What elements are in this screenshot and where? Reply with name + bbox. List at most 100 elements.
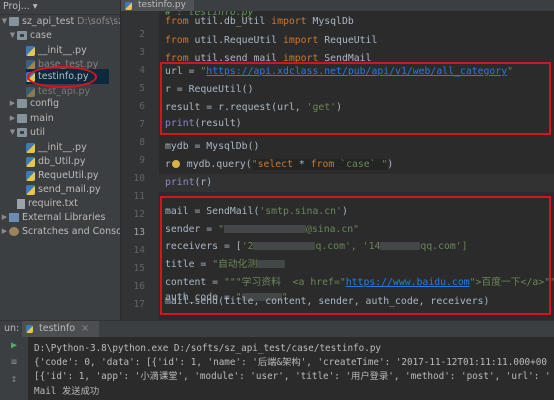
text-file-icon — [17, 198, 25, 209]
console-line: {'code': 0, 'data': [{'id': 1, 'name': '… — [34, 357, 547, 368]
package-folder-icon — [17, 128, 27, 137]
line-number: 17 — [133, 299, 145, 310]
python-file-icon — [26, 71, 35, 82]
editor-tab-bar: testinfo.py — [121, 0, 554, 11]
collapse-arrow-icon[interactable]: ▶ — [8, 96, 17, 111]
code-line-2: from util.db_Util import MysqlDb — [165, 16, 354, 27]
tree-item-label: __init__.py — [38, 142, 87, 153]
package-folder-icon — [17, 31, 27, 40]
expand-arrow-icon[interactable]: ▼ — [8, 28, 17, 43]
python-file-icon — [26, 325, 33, 333]
tree-item-require-txt[interactable]: require.txt — [17, 196, 78, 211]
tree-item-label: config — [30, 98, 60, 109]
python-file-icon — [26, 45, 35, 56]
tree-item-external-libraries[interactable]: ▶ External Libraries — [0, 210, 106, 225]
console-line: [{'id': 1, 'app': '小滴课堂', 'module': 'use… — [34, 371, 551, 382]
python-file-icon — [26, 59, 35, 70]
code-editor[interactable]: # : testinfo.py from util.db_Util import… — [159, 11, 554, 320]
project-panel: Proj... ▾ ▼ sz_api_test D:\sofs\sz_api_t… — [0, 0, 121, 320]
tree-item-reque-util[interactable]: RequeUtil.py — [26, 168, 99, 183]
tree-item-label: External Libraries — [22, 212, 106, 223]
tree-item-config[interactable]: ▶ config — [8, 96, 59, 111]
tree-root-sz-api-test[interactable]: ▼ sz_api_test D:\sofs\sz_api_t — [0, 14, 120, 29]
collapse-arrow-icon[interactable]: ▶ — [0, 210, 9, 225]
tree-item-send-mail[interactable]: send_mail.py — [26, 182, 101, 197]
code-line-21: mail.send(title, content, sender, auth_c… — [165, 296, 490, 307]
redacted-text — [224, 225, 306, 233]
line-number: 6 — [139, 101, 145, 112]
code-line-5: url = "https://api.xdclass.net/pub/api/v… — [165, 66, 514, 77]
tree-item-main[interactable]: ▶ main — [8, 111, 54, 126]
project-folder-icon — [9, 17, 19, 26]
line-number: 10 — [133, 173, 145, 184]
url-link[interactable]: https://api.xdclass.net/pub/api/v1/web/a… — [206, 66, 507, 77]
line-number: 9 — [139, 155, 145, 166]
line-number — [121, 8, 145, 26]
run-tab-label: testinfo — [39, 323, 76, 334]
tree-item-util[interactable]: ▼ util — [8, 125, 45, 140]
tree-item-label: util — [30, 127, 46, 138]
tree-item-util-init[interactable]: __init__.py — [26, 140, 87, 155]
line-number: 8 — [139, 137, 145, 148]
line-number: 14 — [133, 245, 145, 256]
folder-icon — [17, 114, 27, 123]
python-file-icon — [26, 142, 35, 153]
lightbulb-icon[interactable] — [171, 160, 180, 168]
tree-item-case[interactable]: ▼ case — [8, 28, 52, 43]
current-line-highlight — [159, 174, 554, 192]
run-label: un: — [4, 323, 20, 334]
code-line-3: from util.RequeUtil import RequeUtil — [165, 35, 378, 46]
folder-icon — [17, 99, 27, 108]
run-toolbar: ▶ ≡ ↧ — [0, 337, 28, 400]
expand-arrow-icon[interactable]: ▼ — [8, 125, 17, 140]
tree-item-label: RequeUtil.py — [38, 170, 99, 181]
line-number: 3 — [139, 47, 145, 58]
run-panel-header: un: testinfo × — [0, 320, 554, 337]
tree-item-db-util[interactable]: db_Util.py — [26, 154, 85, 169]
tree-root-path: D:\sofs\sz_api_t — [77, 16, 120, 27]
line-number-current: 13 — [133, 227, 145, 238]
tree-item-label: require.txt — [28, 198, 78, 209]
line-number: 11 — [133, 191, 145, 202]
python-file-icon — [26, 170, 35, 181]
url-link[interactable]: https://www.baidu.com — [346, 277, 470, 288]
line-number: 2 — [139, 29, 145, 40]
code-line-12: print(r) — [165, 177, 213, 188]
python-file-icon — [26, 156, 35, 167]
line-number: 4 — [139, 65, 145, 76]
tree-item-testinfo[interactable]: testinfo.py — [26, 69, 109, 84]
run-console[interactable]: D:\Python-3.8\python.exe D:/softs/sz_api… — [28, 337, 554, 400]
tree-item-label: db_Util.py — [38, 156, 86, 167]
rerun-icon[interactable]: ▶ — [9, 341, 19, 351]
tree-item-label: main — [30, 113, 54, 124]
tree-item-case-init[interactable]: __init__.py — [26, 43, 87, 58]
code-line-17: receivers = ['2 q.com', '14 qq.com'] — [165, 241, 468, 252]
line-number: 16 — [133, 281, 145, 292]
code-line-8: print(result) — [165, 118, 242, 129]
python-file-icon — [26, 184, 35, 195]
redacted-text — [257, 260, 286, 268]
code-line-10: mydb = MysqlDb() — [165, 141, 260, 152]
project-panel-header[interactable]: Proj... ▾ — [0, 0, 120, 15]
redacted-text — [253, 242, 316, 250]
collapse-arrow-icon[interactable]: ▶ — [8, 111, 17, 126]
tree-item-label: send_mail.py — [38, 184, 101, 195]
code-line-15: mail = SendMail('smtp.sina.cn') — [165, 206, 348, 217]
settings-icon[interactable]: ≡ — [9, 358, 19, 368]
scroll-to-end-icon[interactable]: ↧ — [9, 375, 19, 385]
tree-item-label: case — [30, 30, 52, 41]
tree-item-scratches[interactable]: ▶ Scratches and Consoles — [0, 224, 120, 239]
console-line: D:\Python-3.8\python.exe D:/softs/sz_api… — [34, 343, 382, 354]
line-number: 15 — [133, 263, 145, 274]
close-icon[interactable]: × — [81, 321, 89, 337]
line-number: 7 — [139, 119, 145, 130]
line-number: 5 — [139, 83, 145, 94]
expand-arrow-icon[interactable]: ▼ — [0, 14, 9, 29]
libraries-icon — [9, 213, 19, 222]
tree-root-label: sz_api_test — [22, 16, 75, 27]
tree-item-label: __init__.py — [38, 45, 87, 56]
editor-tab-label: testinfo.py — [138, 0, 186, 10]
collapse-arrow-icon[interactable]: ▶ — [0, 224, 9, 239]
python-file-icon — [26, 86, 35, 97]
run-tab-testinfo[interactable]: testinfo × — [22, 321, 100, 337]
